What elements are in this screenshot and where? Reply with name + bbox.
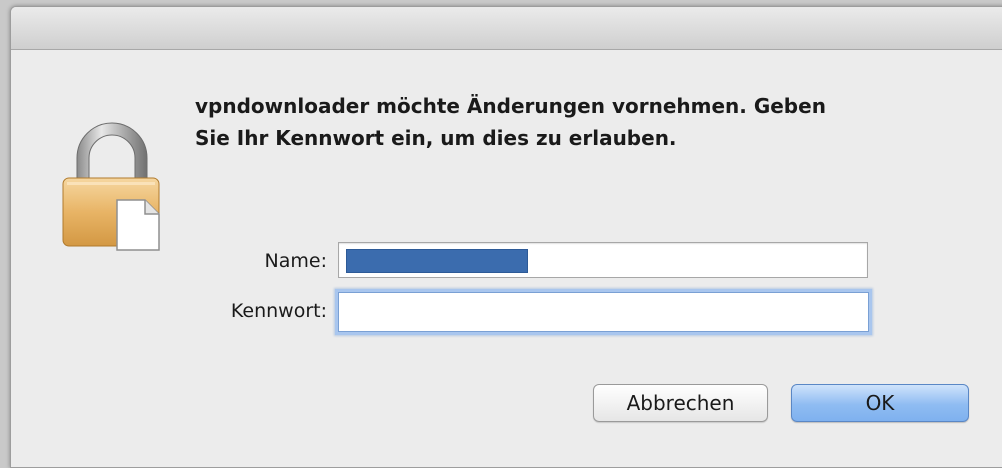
name-field[interactable] [338, 242, 868, 278]
lock-icon [62, 122, 160, 251]
password-field[interactable] [338, 292, 869, 332]
title-bar[interactable] [11, 7, 1002, 50]
message-line-1: vpndownloader möchte Änderungen vornehme… [195, 94, 826, 118]
ok-button[interactable]: OK [791, 384, 969, 422]
name-label: Name: [264, 250, 327, 272]
dialog-content: vpndownloader möchte Änderungen vornehme… [11, 50, 1002, 467]
message-line-2: Sie Ihr Kennwort ein, um dies zu erlaube… [195, 126, 677, 150]
cancel-button[interactable]: Abbrechen [593, 384, 768, 422]
auth-dialog-window: vpndownloader möchte Änderungen vornehme… [10, 6, 1002, 468]
redacted-name-value [346, 249, 528, 273]
password-label: Kennwort: [230, 300, 327, 322]
dialog-message: vpndownloader möchte Änderungen vornehme… [195, 90, 955, 154]
